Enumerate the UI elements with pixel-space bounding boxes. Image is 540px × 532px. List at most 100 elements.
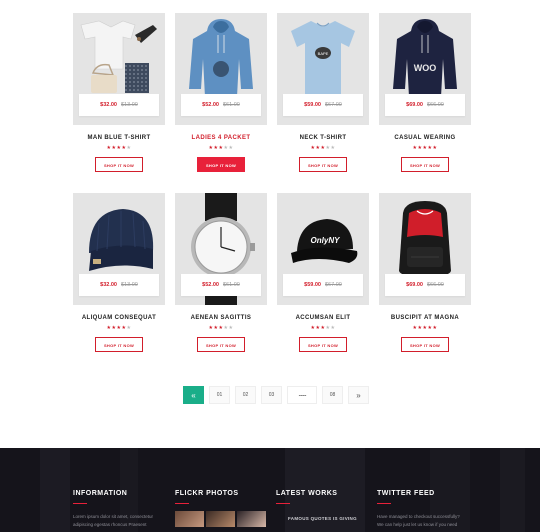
product-image[interactable]: $69.00 $66.00	[379, 193, 471, 305]
footer-flickr: FLICKR PHOTOS	[175, 490, 266, 527]
product-card: $32.00 $13.00 ALIQUAM CONSEQUAT ★★★★★ SHOP I…	[73, 193, 165, 361]
product-title[interactable]: MAN BLUE T-SHIRT	[73, 135, 165, 141]
star-icon: ★	[126, 325, 132, 331]
product-title[interactable]: ALIQUAM CONSEQUAT	[73, 315, 165, 321]
svg-text:WOO: WOO	[414, 63, 437, 73]
product-title[interactable]: NECK T-SHIRT	[277, 135, 369, 141]
product-image[interactable]: $32.00 $13.00	[73, 13, 165, 125]
shop-it-now-button[interactable]: SHOP IT NOW	[299, 337, 347, 352]
flickr-photo-strip	[175, 511, 266, 527]
pagination-next-button[interactable]: »	[348, 386, 369, 404]
product-image[interactable]: $32.00 $13.00	[73, 193, 165, 305]
product-card: BAPE $59.00 $67.00 NECK T-SHIRT ★★★★★ SHOP IT…	[277, 13, 369, 181]
star-icon: ★	[432, 145, 438, 151]
twitter-feed-text: Have managed to checkout successfully? W…	[377, 513, 477, 529]
product-price: $52.00	[202, 282, 219, 288]
footer-information-line: Lorem ipsum dolor sit amet, consectetur	[73, 514, 154, 519]
heading-underline	[276, 503, 290, 504]
product-price: $69.00	[406, 282, 423, 288]
product-price: $69.00	[406, 102, 423, 108]
price-box: $59.00 $67.00	[283, 94, 363, 116]
product-image[interactable]: BAPE $59.00 $67.00	[277, 13, 369, 125]
star-rating: ★★★★★	[277, 325, 369, 331]
price-box: $32.00 $13.00	[79, 274, 159, 296]
shop-it-now-button[interactable]: SHOP IT NOW	[401, 157, 449, 172]
star-rating: ★★★★★	[379, 325, 471, 331]
twitter-feed-line: We can help just let us know if you need	[377, 522, 458, 527]
price-box: $59.00 $67.00	[283, 274, 363, 296]
product-card: OnlyNY $59.00 $67.00 ACCUMSAN ELIT ★★★★★ SHOP…	[277, 193, 369, 361]
product-old-price: $13.00	[121, 102, 138, 108]
product-old-price: $61.00	[223, 102, 240, 108]
star-rating: ★★★★★	[379, 145, 471, 151]
product-title[interactable]: LADIES 4 PACKET	[175, 135, 267, 141]
product-image[interactable]: OnlyNY $59.00 $67.00	[277, 193, 369, 305]
product-title[interactable]: AENEAN SAGITTIS	[175, 315, 267, 321]
footer-heading-flickr: FLICKR PHOTOS	[175, 490, 239, 497]
product-price: $52.00	[202, 102, 219, 108]
product-price: $59.00	[304, 282, 321, 288]
star-rating: ★★★★★	[73, 145, 165, 151]
product-title[interactable]: BUSCIPIT AT MAGNA	[379, 315, 471, 321]
heading-underline	[377, 503, 391, 504]
svg-text:OnlyNY: OnlyNY	[311, 236, 341, 245]
star-icon: ★	[126, 145, 132, 151]
heading-underline	[175, 503, 189, 504]
pagination-page-last[interactable]: 08	[322, 386, 343, 404]
star-rating: ★★★★★	[277, 145, 369, 151]
star-rating: ★★★★★	[175, 145, 267, 151]
product-title[interactable]: ACCUMSAN ELIT	[277, 315, 369, 321]
pagination-page-3[interactable]: 03	[261, 386, 282, 404]
product-price: $59.00	[304, 102, 321, 108]
price-box: $32.00 $13.00	[79, 94, 159, 116]
product-price: $32.00	[100, 282, 117, 288]
flickr-photo[interactable]	[206, 511, 235, 527]
shop-it-now-button[interactable]: SHOP IT NOW	[401, 337, 449, 352]
star-icon: ★	[432, 325, 438, 331]
product-old-price: $66.00	[427, 102, 444, 108]
shop-it-now-button[interactable]: SHOP IT NOW	[95, 337, 143, 352]
pagination: « 01 02 03 ........... 08 »	[183, 386, 369, 404]
price-box: $52.00 $61.00	[181, 94, 261, 116]
product-image[interactable]: WOO $69.00 $66.00	[379, 13, 471, 125]
footer-information: INFORMATION Lorem ipsum dolor sit amet, …	[73, 490, 173, 529]
twitter-feed-line: Have managed to checkout successfully?	[377, 514, 460, 519]
latest-work-title[interactable]: FAMOUS QUOTES IS GIVING	[288, 516, 357, 521]
pagination-page-1[interactable]: 01	[209, 386, 230, 404]
shop-it-now-button[interactable]: SHOP IT NOW	[95, 157, 143, 172]
footer-heading-information: INFORMATION	[73, 490, 128, 497]
product-title[interactable]: CASUAL WEARING	[379, 135, 471, 141]
product-card: $52.00 $61.00 LADIES 4 PACKET ★★★★★ SHOP IT …	[175, 13, 267, 181]
footer-information-text: Lorem ipsum dolor sit amet, consectetur …	[73, 513, 173, 529]
site-footer: INFORMATION Lorem ipsum dolor sit amet, …	[0, 448, 540, 532]
product-grid: $32.00 $13.00 MAN BLUE T-SHIRT ★★★★★ SHOP IT…	[73, 13, 471, 361]
product-image[interactable]: $52.00 $61.00	[175, 13, 267, 125]
flickr-photo[interactable]	[237, 511, 266, 527]
heading-underline	[73, 503, 87, 504]
shop-it-now-button[interactable]: SHOP IT NOW	[299, 157, 347, 172]
footer-latest-works: LATEST WORKS FAMOUS QUOTES IS GIVING	[276, 490, 357, 521]
shop-it-now-button[interactable]: SHOP IT NOW	[197, 157, 245, 172]
product-price: $32.00	[100, 102, 117, 108]
product-card: $52.00 $61.00 AENEAN SAGITTIS ★★★★★ SHOP IT …	[175, 193, 267, 361]
footer-twitter: TWITTER FEED Have managed to checkout su…	[377, 490, 477, 529]
product-old-price: $13.00	[121, 282, 138, 288]
price-box: $69.00 $66.00	[385, 94, 465, 116]
pagination-ellipsis: ...........	[287, 386, 317, 404]
footer-information-line: adipiscing egestas rhoncus Praesent	[73, 522, 147, 527]
price-box: $69.00 $66.00	[385, 274, 465, 296]
product-old-price: $67.00	[325, 102, 342, 108]
shop-it-now-button[interactable]: SHOP IT NOW	[197, 337, 245, 352]
flickr-photo[interactable]	[175, 511, 204, 527]
footer-heading-twitter: TWITTER FEED	[377, 490, 435, 497]
product-old-price: $67.00	[325, 282, 342, 288]
star-rating: ★★★★★	[73, 325, 165, 331]
star-icon: ★	[330, 325, 336, 331]
footer-heading-latest-works: LATEST WORKS	[276, 490, 338, 497]
product-image[interactable]: $52.00 $61.00	[175, 193, 267, 305]
product-card: WOO $69.00 $66.00 CASUAL WEARING ★★★★★ SHOP I…	[379, 13, 471, 181]
pagination-prev-button[interactable]: «	[183, 386, 204, 404]
product-old-price: $61.00	[223, 282, 240, 288]
pagination-page-2[interactable]: 02	[235, 386, 256, 404]
price-box: $52.00 $61.00	[181, 274, 261, 296]
